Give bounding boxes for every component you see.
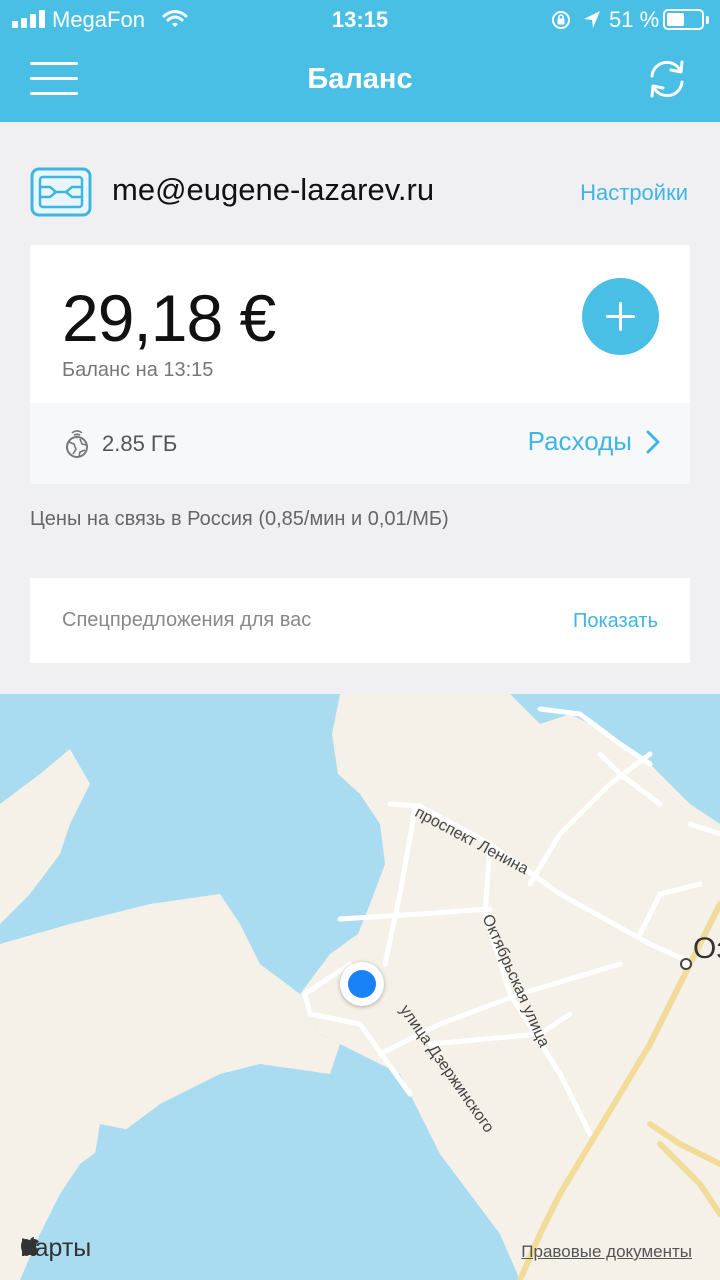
account-section: me@eugene-lazarev.ru Настройки 29,18 € Б… — [0, 122, 720, 694]
map-city-label: Oз — [693, 932, 720, 965]
balance-amount: 29,18 € — [62, 281, 276, 355]
battery-percent: 51 % — [609, 7, 660, 32]
refresh-icon[interactable] — [644, 56, 690, 102]
apple-logo-icon — [21, 1237, 39, 1256]
account-email: me@eugene-lazarev.ru — [112, 172, 435, 207]
chevron-right-icon — [646, 430, 660, 453]
expenses-label: Расходы — [527, 426, 632, 456]
special-offers-card: Спецпредложения для вас Показать — [30, 578, 690, 663]
user-location-marker — [340, 962, 384, 1006]
top-bar: MegaFon 13:15 51 % Баланс — [0, 0, 720, 122]
show-offers-link[interactable]: Показать — [573, 610, 658, 633]
traffic-remaining: 2.85 ГБ — [102, 431, 178, 456]
balance-timestamp: Баланс на 13:15 — [62, 359, 214, 381]
balance-card-footer: 2.85 ГБ Расходы — [30, 403, 690, 484]
location-arrow-icon — [584, 11, 600, 28]
battery-icon — [663, 9, 704, 30]
top-up-button[interactable] — [582, 278, 659, 355]
sim-card-icon — [30, 167, 92, 217]
status-bar: MegaFon 13:15 51 % — [0, 0, 720, 40]
settings-link[interactable]: Настройки — [580, 180, 688, 206]
expenses-link[interactable]: Расходы — [528, 426, 660, 457]
offers-label: Спецпредложения для вас — [62, 609, 312, 631]
maps-brand: Карты — [20, 1234, 91, 1263]
location-map[interactable]: проспект Ленина Октябрьская улица улица … — [0, 694, 720, 1280]
roaming-globe-icon — [66, 430, 88, 458]
balance-card: 29,18 € Баланс на 13:15 2.85 ГБ Расходы — [30, 245, 690, 484]
battery-cap — [706, 16, 709, 24]
page-title: Баланс — [307, 63, 413, 95]
tariff-info: Цены на связь в Россия (0,85/мин и 0,01/… — [30, 508, 449, 530]
rotation-lock-icon — [552, 11, 570, 29]
legal-documents-link[interactable]: Правовые документы — [521, 1242, 692, 1262]
